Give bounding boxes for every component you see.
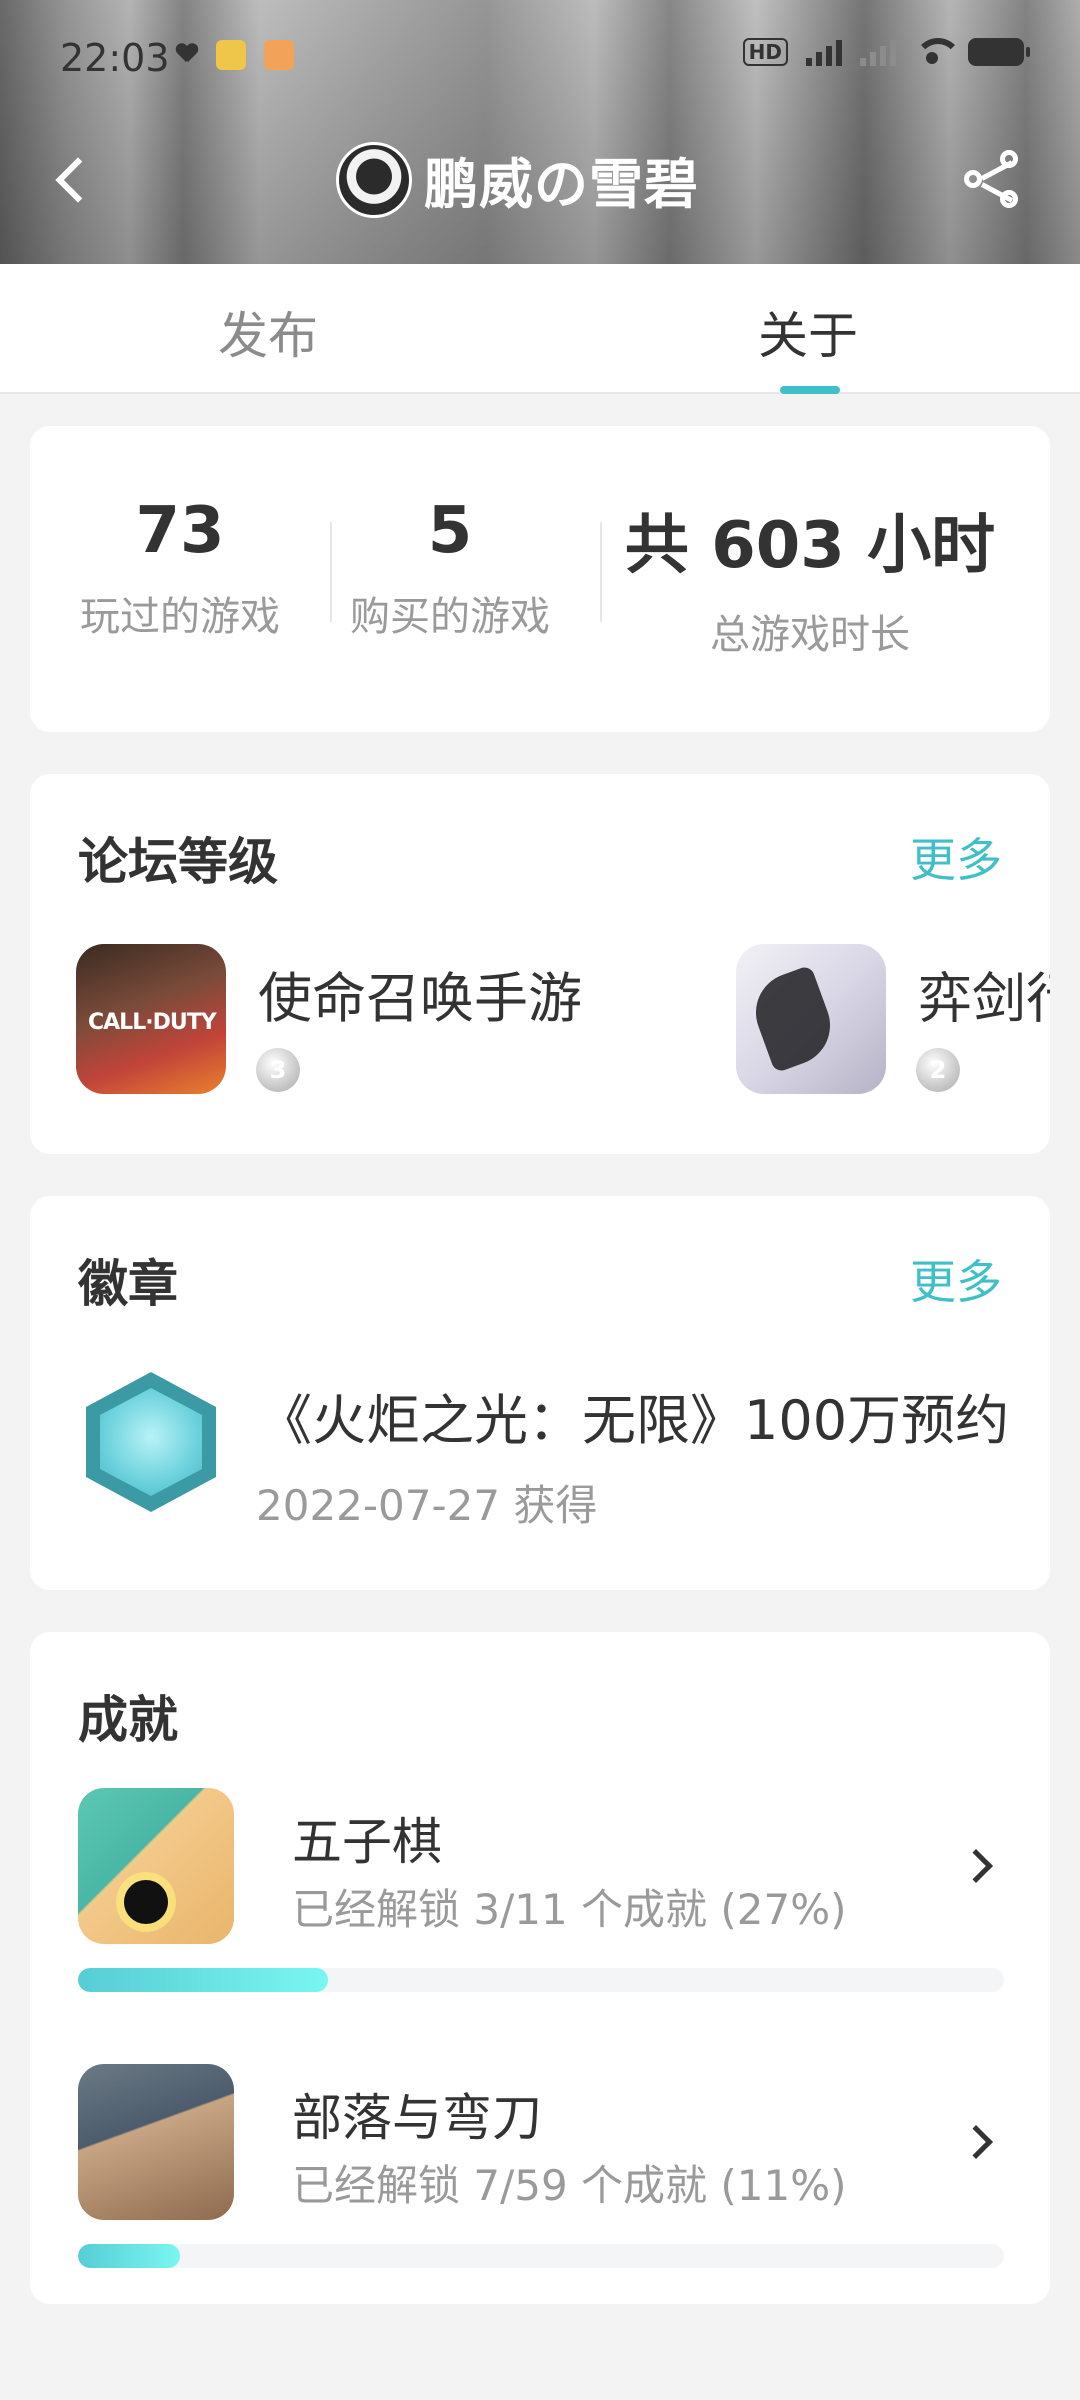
progress-fill <box>78 2244 180 2268</box>
app-browser-icon <box>264 40 294 70</box>
achievement-progress-bar <box>78 1968 1004 1992</box>
status-bar: 22:03 HD <box>0 0 1080 110</box>
signal-secondary-icon <box>860 38 896 66</box>
progress-fill <box>78 1968 329 1992</box>
nav-row: 鹏威の雪碧 <box>0 130 1080 230</box>
forum-game-item[interactable]: CALL·DUTY 使命召唤手游 3 <box>76 944 696 1094</box>
game-name: 弈剑行 <box>918 967 1050 1030</box>
status-icons-right: HD <box>742 38 1030 66</box>
game-name: 使命召唤手游 <box>258 967 582 1030</box>
wifi-icon <box>914 38 962 66</box>
stat-label: 玩过的游戏 <box>80 594 280 640</box>
stat-total-hours: 共 603 小时 总游戏时长 <box>600 494 1020 660</box>
achievement-progress-bar <box>78 2244 1004 2268</box>
stone-icon <box>124 1880 168 1924</box>
badge-card: 徽章 更多 《火炬之光：无限》100万预约 2022-07-27 获得 <box>30 1196 1050 1590</box>
game-icon-text: CALL·DUTY <box>88 1010 217 1035</box>
signal-5g-icon <box>806 38 842 66</box>
status-icons-left <box>176 40 294 70</box>
badge-more-link[interactable]: 更多 <box>910 1246 1002 1312</box>
achievement-game-name: 五子棋 <box>292 1813 442 1871</box>
chevron-right-icon[interactable] <box>959 1849 993 1883</box>
stat-label: 购买的游戏 <box>350 594 550 640</box>
chevron-right-icon[interactable] <box>959 2125 993 2159</box>
profile-header: 22:03 HD 鹏威の雪碧 <box>0 0 1080 264</box>
section-title: 论坛等级 <box>78 833 278 891</box>
share-icon[interactable] <box>964 150 1024 210</box>
achievement-game-name: 部落与弯刀 <box>292 2089 542 2147</box>
badge-date: 2022-07-27 获得 <box>256 1481 598 1530</box>
hd-icon: HD <box>742 38 788 66</box>
achievements-card: 成就 五子棋 已经解锁 3/11 个成就 (27%) 部落与弯刀 已经解锁 7/… <box>30 1632 1050 2304</box>
stat-label: 总游戏时长 <box>710 612 910 658</box>
profile-title: 鹏威の雪碧 <box>336 140 699 219</box>
stat-bought-games: 5 购买的游戏 <box>330 494 570 642</box>
forum-more-link[interactable]: 更多 <box>910 824 1002 890</box>
gomoku-icon <box>78 1788 234 1944</box>
tab-about[interactable]: 关于 <box>758 296 858 368</box>
achievement-item[interactable]: 部落与弯刀 已经解锁 7/59 个成就 (11%) <box>78 2064 1008 2274</box>
sword-game-icon <box>736 944 886 1094</box>
level-badge-icon: 2 <box>916 1048 960 1092</box>
profile-name: 鹏威の雪碧 <box>424 153 699 216</box>
profile-tabs: 发布 关于 <box>0 264 1080 394</box>
status-time: 22:03 <box>60 36 170 80</box>
achievement-summary: 已经解锁 7/59 个成就 (11%) <box>292 2161 847 2210</box>
forum-game-item[interactable]: 弈剑行 2 <box>736 944 1050 1094</box>
app-100-icon <box>216 40 246 70</box>
forum-level-card: 论坛等级 更多 CALL·DUTY 使命召唤手游 3 弈剑行 2 <box>30 774 1050 1154</box>
achievement-summary: 已经解锁 3/11 个成就 (27%) <box>292 1885 847 1934</box>
stat-value: 共 603 小时 <box>624 509 996 583</box>
heart-icon <box>176 44 198 66</box>
achievement-item[interactable]: 五子棋 已经解锁 3/11 个成就 (27%) <box>78 1788 1008 1998</box>
stat-played-games: 73 玩过的游戏 <box>60 494 300 642</box>
level-badge-icon: 3 <box>256 1048 300 1092</box>
stat-value: 5 <box>427 494 473 568</box>
avatar[interactable] <box>336 141 412 218</box>
tab-publish[interactable]: 发布 <box>218 296 318 368</box>
battery-icon <box>968 38 1030 66</box>
section-title: 成就 <box>78 1691 178 1749</box>
stat-value: 73 <box>135 494 225 568</box>
tab-active-indicator <box>780 386 840 394</box>
back-arrow-icon[interactable] <box>48 152 88 208</box>
section-title: 徽章 <box>78 1255 178 1313</box>
call-of-duty-icon: CALL·DUTY <box>76 944 226 1094</box>
tribe-game-icon <box>78 2064 234 2220</box>
stats-card: 73 玩过的游戏 5 购买的游戏 共 603 小时 总游戏时长 <box>30 426 1050 732</box>
badge-title[interactable]: 《火炬之光：无限》100万预约 <box>258 1376 1009 1455</box>
